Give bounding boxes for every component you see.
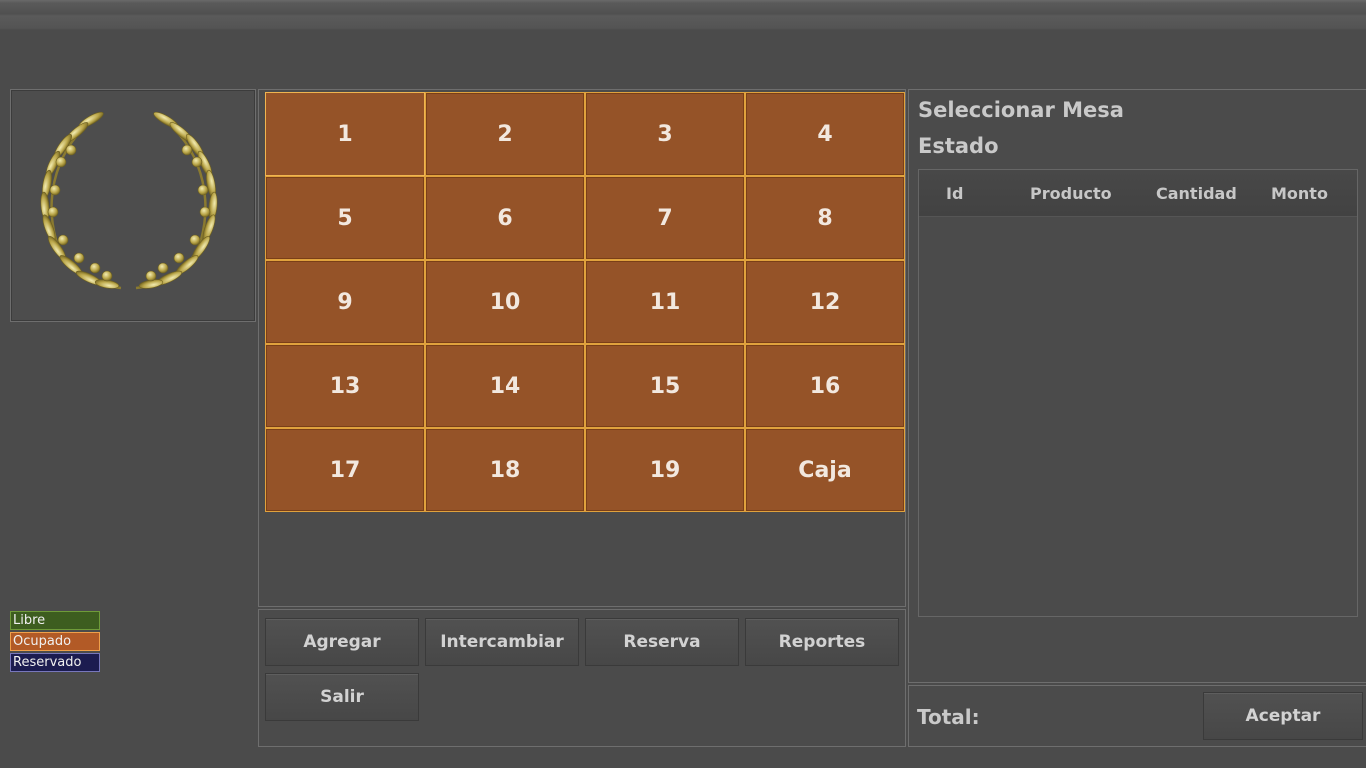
reserve-button[interactable]: Reserva <box>585 618 739 666</box>
laurel-wreath-logo <box>40 111 218 290</box>
reports-button[interactable]: Reportes <box>745 618 899 666</box>
order-table-header: Id Producto Cantidad Monto <box>919 170 1357 217</box>
legend-ocupado: Ocupado <box>10 632 100 651</box>
table-button-13[interactable]: 13 <box>265 344 425 428</box>
legend-reservado: Reservado <box>10 653 100 672</box>
status-label: Estado <box>918 134 999 158</box>
status-legend: Libre Ocupado Reservado <box>10 611 100 674</box>
table-button-5[interactable]: 5 <box>265 176 425 260</box>
table-button-9[interactable]: 9 <box>265 260 425 344</box>
table-button-12[interactable]: 12 <box>745 260 905 344</box>
panel-title: Seleccionar Mesa <box>918 98 1124 122</box>
table-button-3[interactable]: 3 <box>585 92 745 176</box>
add-button[interactable]: Agregar <box>265 618 419 666</box>
tables-grid: 1 2 3 4 5 6 7 8 9 10 11 12 13 14 15 16 1… <box>265 92 905 512</box>
table-button-10[interactable]: 10 <box>425 260 585 344</box>
table-button-14[interactable]: 14 <box>425 344 585 428</box>
accept-button[interactable]: Aceptar <box>1203 692 1363 740</box>
table-button-2[interactable]: 2 <box>425 92 585 176</box>
column-header-producto[interactable]: Producto <box>1030 184 1112 203</box>
cashier-button[interactable]: Caja <box>745 428 905 512</box>
total-label: Total: <box>917 705 980 729</box>
order-table: Id Producto Cantidad Monto <box>918 169 1358 617</box>
table-button-17[interactable]: 17 <box>265 428 425 512</box>
legend-libre: Libre <box>10 611 100 630</box>
table-button-1[interactable]: 1 <box>265 92 425 176</box>
table-button-11[interactable]: 11 <box>585 260 745 344</box>
table-button-6[interactable]: 6 <box>425 176 585 260</box>
table-button-7[interactable]: 7 <box>585 176 745 260</box>
logo-panel <box>10 89 256 322</box>
table-button-4[interactable]: 4 <box>745 92 905 176</box>
exit-button[interactable]: Salir <box>265 673 419 721</box>
table-button-8[interactable]: 8 <box>745 176 905 260</box>
table-button-15[interactable]: 15 <box>585 344 745 428</box>
table-button-16[interactable]: 16 <box>745 344 905 428</box>
swap-button[interactable]: Intercambiar <box>425 618 579 666</box>
table-button-19[interactable]: 19 <box>585 428 745 512</box>
column-header-monto[interactable]: Monto <box>1271 184 1328 203</box>
column-header-cantidad[interactable]: Cantidad <box>1156 184 1237 203</box>
column-header-id[interactable]: Id <box>946 184 963 203</box>
table-button-18[interactable]: 18 <box>425 428 585 512</box>
window-title-bar <box>0 0 1366 30</box>
